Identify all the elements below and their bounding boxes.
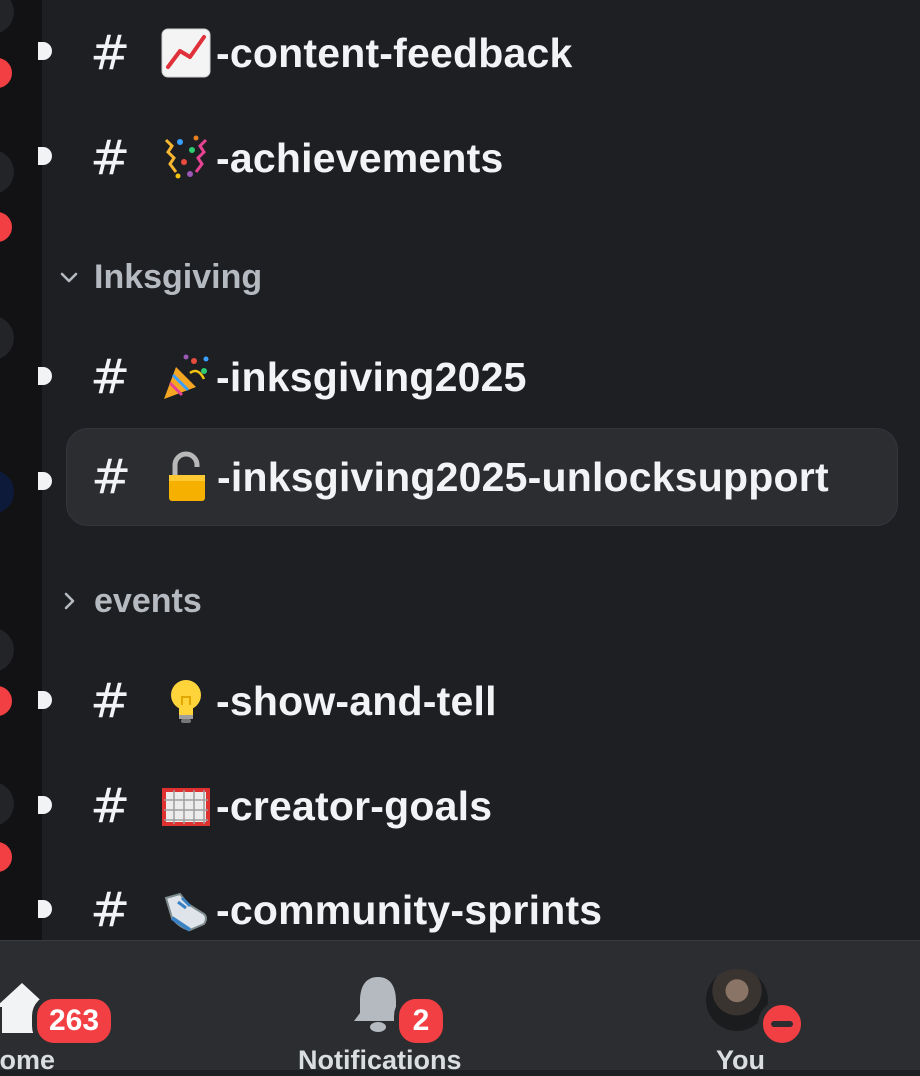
channel-inksgiving2025-unlocksupport[interactable]: # -inksgiving2025-unlocksupport — [66, 428, 898, 526]
notifications-badge: 2 — [394, 994, 448, 1048]
hash-icon: # — [90, 673, 131, 729]
channel-inksgiving2025[interactable]: # -inksgiving2025 — [66, 328, 898, 426]
server-mention-badge — [0, 838, 16, 876]
tab-label: Notifications — [298, 1045, 462, 1075]
server-icon[interactable] — [0, 470, 14, 514]
chevron-down-icon — [60, 272, 78, 283]
unlocked-padlock-icon — [161, 451, 213, 503]
tab-label: You — [716, 1045, 765, 1075]
category-events[interactable]: events — [56, 576, 202, 626]
channel-achievements[interactable]: # -achievements — [66, 109, 898, 207]
running-shoe-icon — [160, 884, 212, 936]
server-mention-badge — [0, 682, 16, 720]
chart-increasing-icon — [160, 27, 212, 79]
channel-name: -community-sprints — [216, 886, 603, 933]
server-icon[interactable] — [0, 0, 14, 34]
tab-label: Home — [0, 1045, 56, 1075]
server-icon[interactable] — [0, 150, 14, 194]
home-badge: 263 — [32, 994, 116, 1048]
server-mention-badge — [0, 208, 16, 246]
category-inksgiving[interactable]: Inksgiving — [56, 252, 262, 302]
do-not-disturb-status-icon — [758, 1000, 806, 1048]
tab-home[interactable]: 263 Home — [0, 941, 250, 1075]
channel-show-and-tell[interactable]: # -show-and-tell — [66, 652, 898, 750]
party-popper-icon — [160, 351, 212, 403]
channel-creator-goals[interactable]: # -creator-goals — [66, 757, 898, 855]
server-rail — [0, 0, 42, 940]
server-icon[interactable] — [0, 316, 14, 360]
server-icon[interactable] — [0, 782, 14, 826]
category-label: events — [94, 581, 202, 620]
tab-notifications[interactable]: 2 Notifications — [290, 941, 470, 1075]
goal-net-icon — [160, 780, 212, 832]
channel-name: -inksgiving2025-unlocksupport — [217, 453, 829, 500]
channel-content-feedback[interactable]: # -content-feedback — [66, 4, 898, 102]
hash-icon: # — [91, 449, 132, 505]
category-label: Inksgiving — [94, 257, 263, 296]
lightbulb-icon — [160, 675, 212, 727]
chevron-right-icon — [64, 592, 75, 610]
channel-name: -creator-goals — [216, 782, 493, 829]
channel-name: -content-feedback — [216, 29, 573, 76]
hash-icon: # — [90, 349, 131, 405]
hash-icon: # — [90, 130, 131, 186]
channel-name: -show-and-tell — [216, 677, 497, 724]
hash-icon: # — [90, 882, 131, 938]
channel-name: -achievements — [216, 134, 504, 181]
hash-icon: # — [90, 25, 131, 81]
hash-icon: # — [90, 778, 131, 834]
channel-name: -inksgiving2025 — [216, 353, 527, 400]
server-icon[interactable] — [0, 628, 14, 672]
server-mention-badge — [0, 54, 16, 92]
confetti-icon — [160, 132, 212, 184]
